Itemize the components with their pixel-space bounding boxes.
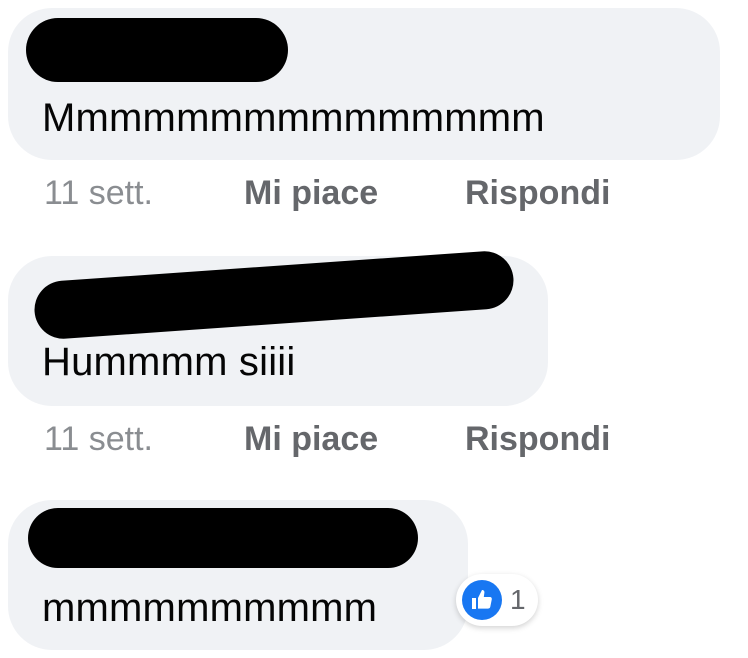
like-button[interactable]: Mi piace (244, 176, 378, 210)
comment-actions: 11 sett. Mi piace Rispondi (44, 422, 664, 462)
comment-text: Mmmmmmmmmmmmmmm (42, 96, 545, 140)
comment-actions: 11 sett. Mi piace Rispondi (44, 176, 664, 216)
reaction-summary[interactable]: 1 (456, 574, 538, 626)
redacted-author-name (32, 249, 516, 341)
redacted-author-name (28, 508, 418, 568)
like-button[interactable]: Mi piace (244, 422, 378, 456)
thumbs-up-icon (462, 580, 502, 620)
reaction-count: 1 (510, 584, 526, 615)
reply-button[interactable]: Rispondi (465, 176, 610, 210)
comment-timestamp[interactable]: 11 sett. (44, 176, 153, 210)
comment-bubble: Mmmmmmmmmmmmmmm (8, 8, 720, 160)
comment-bubble: Hummmm siiii (8, 249, 548, 406)
comment-text: Hummmm siiii (42, 340, 296, 384)
redacted-author-name (26, 18, 288, 82)
comment-timestamp[interactable]: 11 sett. (44, 422, 153, 456)
reply-button[interactable]: Rispondi (465, 422, 610, 456)
comment-bubble: mmmmmmmmmm (8, 500, 468, 650)
comment-text: mmmmmmmmmm (42, 586, 378, 630)
